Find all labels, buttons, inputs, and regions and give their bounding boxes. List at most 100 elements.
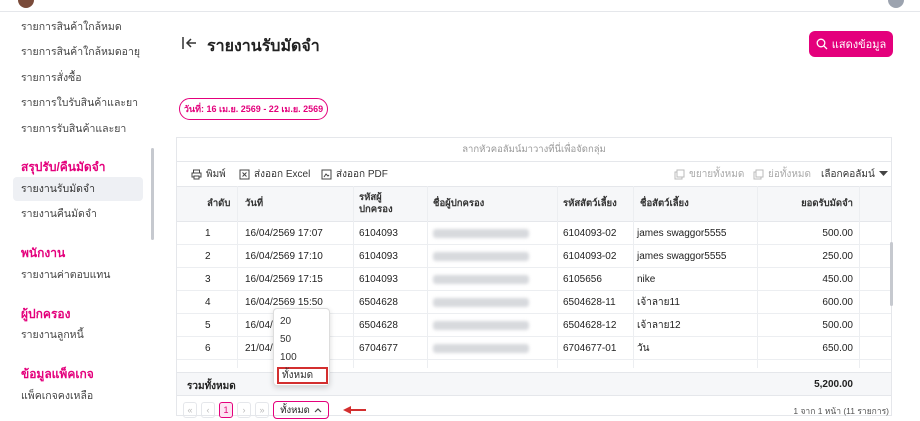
grid-toolbar: พิมพ์ ส่งออก Excel ส่งออก PDF ขยายทั้งหม… — [177, 162, 891, 186]
date-range-badge[interactable]: วันที่: 16 เม.ย. 2569 - 22 เม.ย. 2569 — [179, 98, 328, 120]
col-header-pet-code[interactable]: รหัสสัตว์เลี้ยง — [563, 187, 617, 221]
page-size-option-50[interactable]: 50 — [280, 331, 325, 348]
sidebar-item-debtors[interactable]: รายงานลูกหนี้ — [13, 323, 143, 347]
total-label: รวมทั้งหมด — [187, 381, 236, 392]
cell-no: 2 — [205, 251, 211, 262]
col-header-date[interactable]: วันที่ — [245, 187, 263, 221]
choose-columns-label: เลือกคอลัมน์ — [821, 168, 875, 180]
last-page-button[interactable]: » — [255, 402, 269, 418]
table-row[interactable]: 3 16/04/2569 17:15 6104093 6105656 nike … — [177, 268, 891, 291]
table-header: ลำดับ วันที่ รหัสผู้ปกครอง ชื่อผู้ปกครอง… — [177, 186, 891, 222]
prev-page-button[interactable]: ‹ — [201, 402, 215, 418]
choose-columns-button[interactable]: เลือกคอลัมน์ — [821, 167, 888, 181]
cell-pet-code: 6105656 — [563, 274, 602, 285]
page-size-value: ทั้งหมด — [280, 404, 310, 416]
cell-no: 4 — [205, 297, 211, 308]
sidebar-item-refund-report[interactable]: รายงานคืนมัดจำ — [13, 202, 143, 226]
print-label: พิมพ์ — [206, 168, 226, 180]
cell-guardian-name-redacted — [433, 314, 529, 337]
cell-date: 16/04/2569 17:15 — [245, 274, 323, 285]
sidebar-item-compensation[interactable]: รายงานค่าตอบแทน — [13, 263, 143, 287]
col-header-pet-name[interactable]: ชื่อสัตว์เลี้ยง — [640, 187, 689, 221]
export-pdf-button[interactable]: ส่งออก PDF — [321, 167, 388, 181]
sidebar-item-orders[interactable]: รายการสั่งซื้อ — [13, 66, 143, 90]
cell-amount: 450.00 — [822, 274, 853, 285]
expand-all-button[interactable]: ขยายทั้งหมด — [674, 167, 744, 181]
page-size-option-all[interactable]: ทั้งหมด — [277, 367, 328, 384]
page-size-option-20[interactable]: 20 — [280, 313, 325, 330]
cell-date: 16/04/2569 17:07 — [245, 228, 323, 239]
next-page-button[interactable]: › — [237, 402, 251, 418]
page-size-dropdown: 20 50 100 ทั้งหมด — [273, 308, 330, 386]
sidebar-item-low-stock[interactable]: รายการสินค้าใกล้หมด — [13, 15, 143, 39]
sidebar-scrollbar[interactable] — [151, 148, 154, 240]
sidebar-item-near-expiry[interactable]: รายการสินค้าใกล้หมดอายุ — [13, 40, 143, 64]
page-size-option-100[interactable]: 100 — [280, 349, 325, 366]
page-1-button[interactable]: 1 — [219, 402, 233, 418]
print-button[interactable]: พิมพ์ — [191, 167, 226, 181]
col-header-amount[interactable]: ยอดรับมัดจำ — [789, 187, 853, 221]
cell-no: 3 — [205, 274, 211, 285]
cell-pet-code: 6504628-11 — [563, 297, 616, 308]
page-size-select[interactable]: ทั้งหมด — [273, 401, 329, 419]
cell-guardian-name-redacted — [433, 291, 529, 314]
cell-amount: 600.00 — [822, 297, 853, 308]
collapse-all-button[interactable]: ย่อทั้งหมด — [753, 167, 811, 181]
cell-guardian-code: 6504628 — [359, 297, 398, 308]
cell-pet-code: 6104093-02 — [563, 228, 617, 239]
collapse-left-icon[interactable] — [180, 34, 198, 52]
sidebar-item-received-goods[interactable]: รายการรับสินค้าและยา — [13, 117, 143, 141]
pagination: « ‹ 1 › » ทั้งหมด 1 จาก 1 หน้า (11 รายกา… — [177, 401, 891, 421]
printer-icon — [191, 169, 202, 179]
cell-pet-name: james swaggor5555 — [637, 251, 727, 262]
cell-pet-code: 6104093-02 — [563, 251, 617, 262]
chevron-up-icon — [314, 407, 322, 412]
sidebar-section-staff: พนักงาน — [21, 246, 66, 260]
table-row[interactable]: 2 16/04/2569 17:10 6104093 6104093-02 ja… — [177, 245, 891, 268]
total-value: 5,200.00 — [814, 379, 853, 390]
export-pdf-label: ส่งออก PDF — [336, 168, 388, 180]
cell-pet-name: วัน — [637, 343, 650, 354]
export-excel-button[interactable]: ส่งออก Excel — [239, 167, 310, 181]
table-row[interactable]: 1 16/04/2569 17:07 6104093 6104093-02 ja… — [177, 222, 891, 245]
cell-no: 1 — [205, 228, 211, 239]
cell-amount: 500.00 — [822, 320, 853, 331]
sidebar: รายการสินค้าใกล้หมด รายการสินค้าใกล้หมดอ… — [0, 12, 158, 421]
cell-pet-code: 6504628-12 — [563, 320, 617, 331]
show-data-button[interactable]: แสดงข้อมูล — [809, 31, 893, 57]
col-header-guardian-name[interactable]: ชื่อผู้ปกครอง — [433, 187, 484, 221]
search-icon — [816, 38, 828, 50]
cell-guardian-name-redacted — [433, 222, 529, 245]
sidebar-item-deposit-report[interactable]: รายงานรับมัดจำ — [13, 177, 143, 201]
export-excel-label: ส่งออก Excel — [254, 168, 311, 180]
cell-guardian-name-redacted — [433, 337, 529, 360]
show-data-label: แสดงข้อมูล — [831, 39, 887, 51]
main-content: รายงานรับมัดจำ แสดงข้อมูล วันที่: 16 เม.… — [158, 12, 920, 421]
collapse-icon — [753, 169, 764, 179]
pdf-icon — [321, 169, 332, 179]
vertical-scrollbar[interactable] — [890, 242, 893, 306]
cell-date: 16/04/2569 17:10 — [245, 251, 323, 262]
col-header-guardian-code[interactable]: รหัสผู้ปกครอง — [359, 187, 401, 221]
sidebar-section-package: ข้อมูลแพ็คเกจ — [21, 367, 94, 381]
cell-amount: 650.00 — [822, 343, 853, 354]
cell-amount: 250.00 — [822, 251, 853, 262]
expand-all-label: ขยายทั้งหมด — [689, 168, 745, 180]
cell-pet-name: nike — [637, 274, 656, 285]
cell-pet-name: เจ้าลาย11 — [637, 297, 680, 308]
sidebar-item-receipts[interactable]: รายการใบรับสินค้าและยา — [13, 91, 143, 115]
group-drop-zone[interactable]: ลากหัวคอลัมน์มาวางที่นี่เพื่อจัดกลุ่ม — [177, 138, 891, 162]
cell-guardian-name-redacted — [433, 268, 529, 291]
cell-date: 16/04/ — [245, 320, 273, 331]
cell-amount: 500.00 — [822, 228, 853, 239]
avatar[interactable] — [18, 0, 34, 8]
col-header-no[interactable]: ลำดับ — [207, 187, 230, 221]
cell-guardian-code: 6104093 — [359, 228, 398, 239]
expand-icon — [674, 169, 685, 179]
first-page-button[interactable]: « — [183, 402, 197, 418]
sidebar-item-package-balance[interactable]: แพ็คเกจคงเหลือ — [13, 384, 143, 408]
caret-down-icon — [878, 171, 888, 176]
cell-guardian-code: 6704677 — [359, 343, 398, 354]
user-avatar[interactable] — [888, 0, 904, 8]
cell-date: 21/04/ — [245, 343, 273, 354]
